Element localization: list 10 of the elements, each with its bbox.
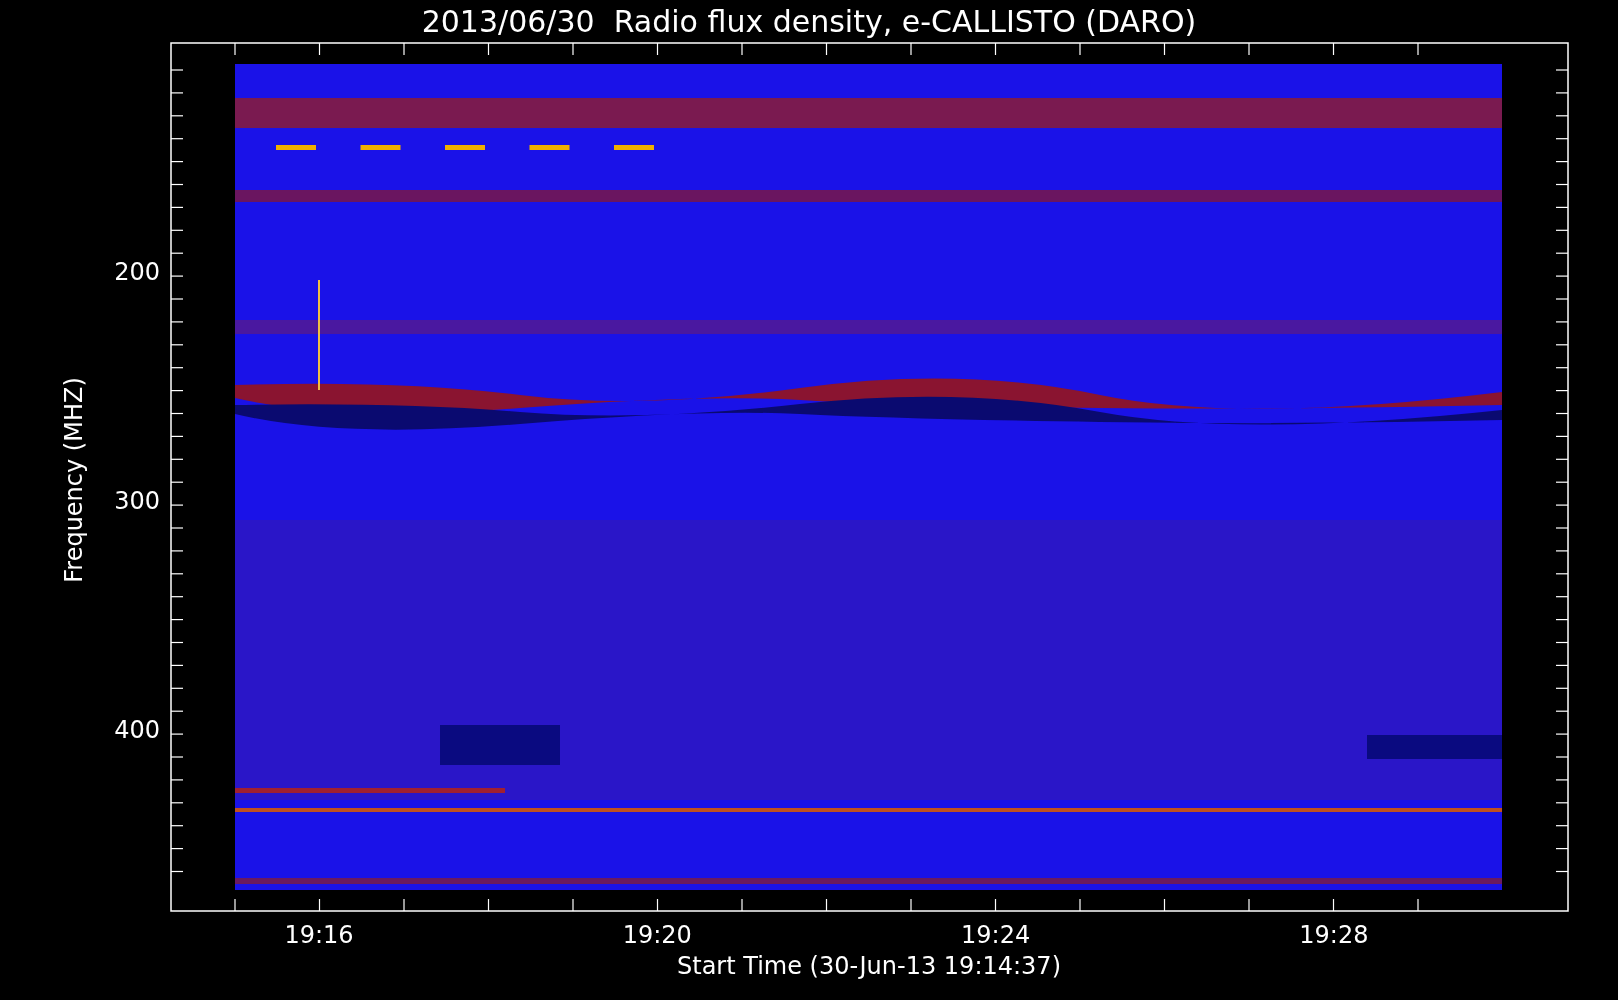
y-tick-label: 300 — [114, 487, 160, 515]
x-axis-label: Start Time (30-Jun-13 19:14:37) — [677, 952, 1061, 980]
y-tick-label: 400 — [114, 716, 160, 744]
y-tick-label: 200 — [114, 258, 160, 286]
x-tick-label: 19:20 — [622, 921, 692, 949]
x-tick-label: 19:28 — [1299, 921, 1369, 949]
x-tick-label: 19:16 — [284, 921, 354, 949]
chart-title: 2013/06/30 Radio flux density, e-CALLISTO (DARO) — [421, 4, 1197, 39]
x-tick-label: 19:24 — [961, 921, 1031, 949]
y-axis-label: Frequency (MHZ) — [60, 377, 88, 583]
